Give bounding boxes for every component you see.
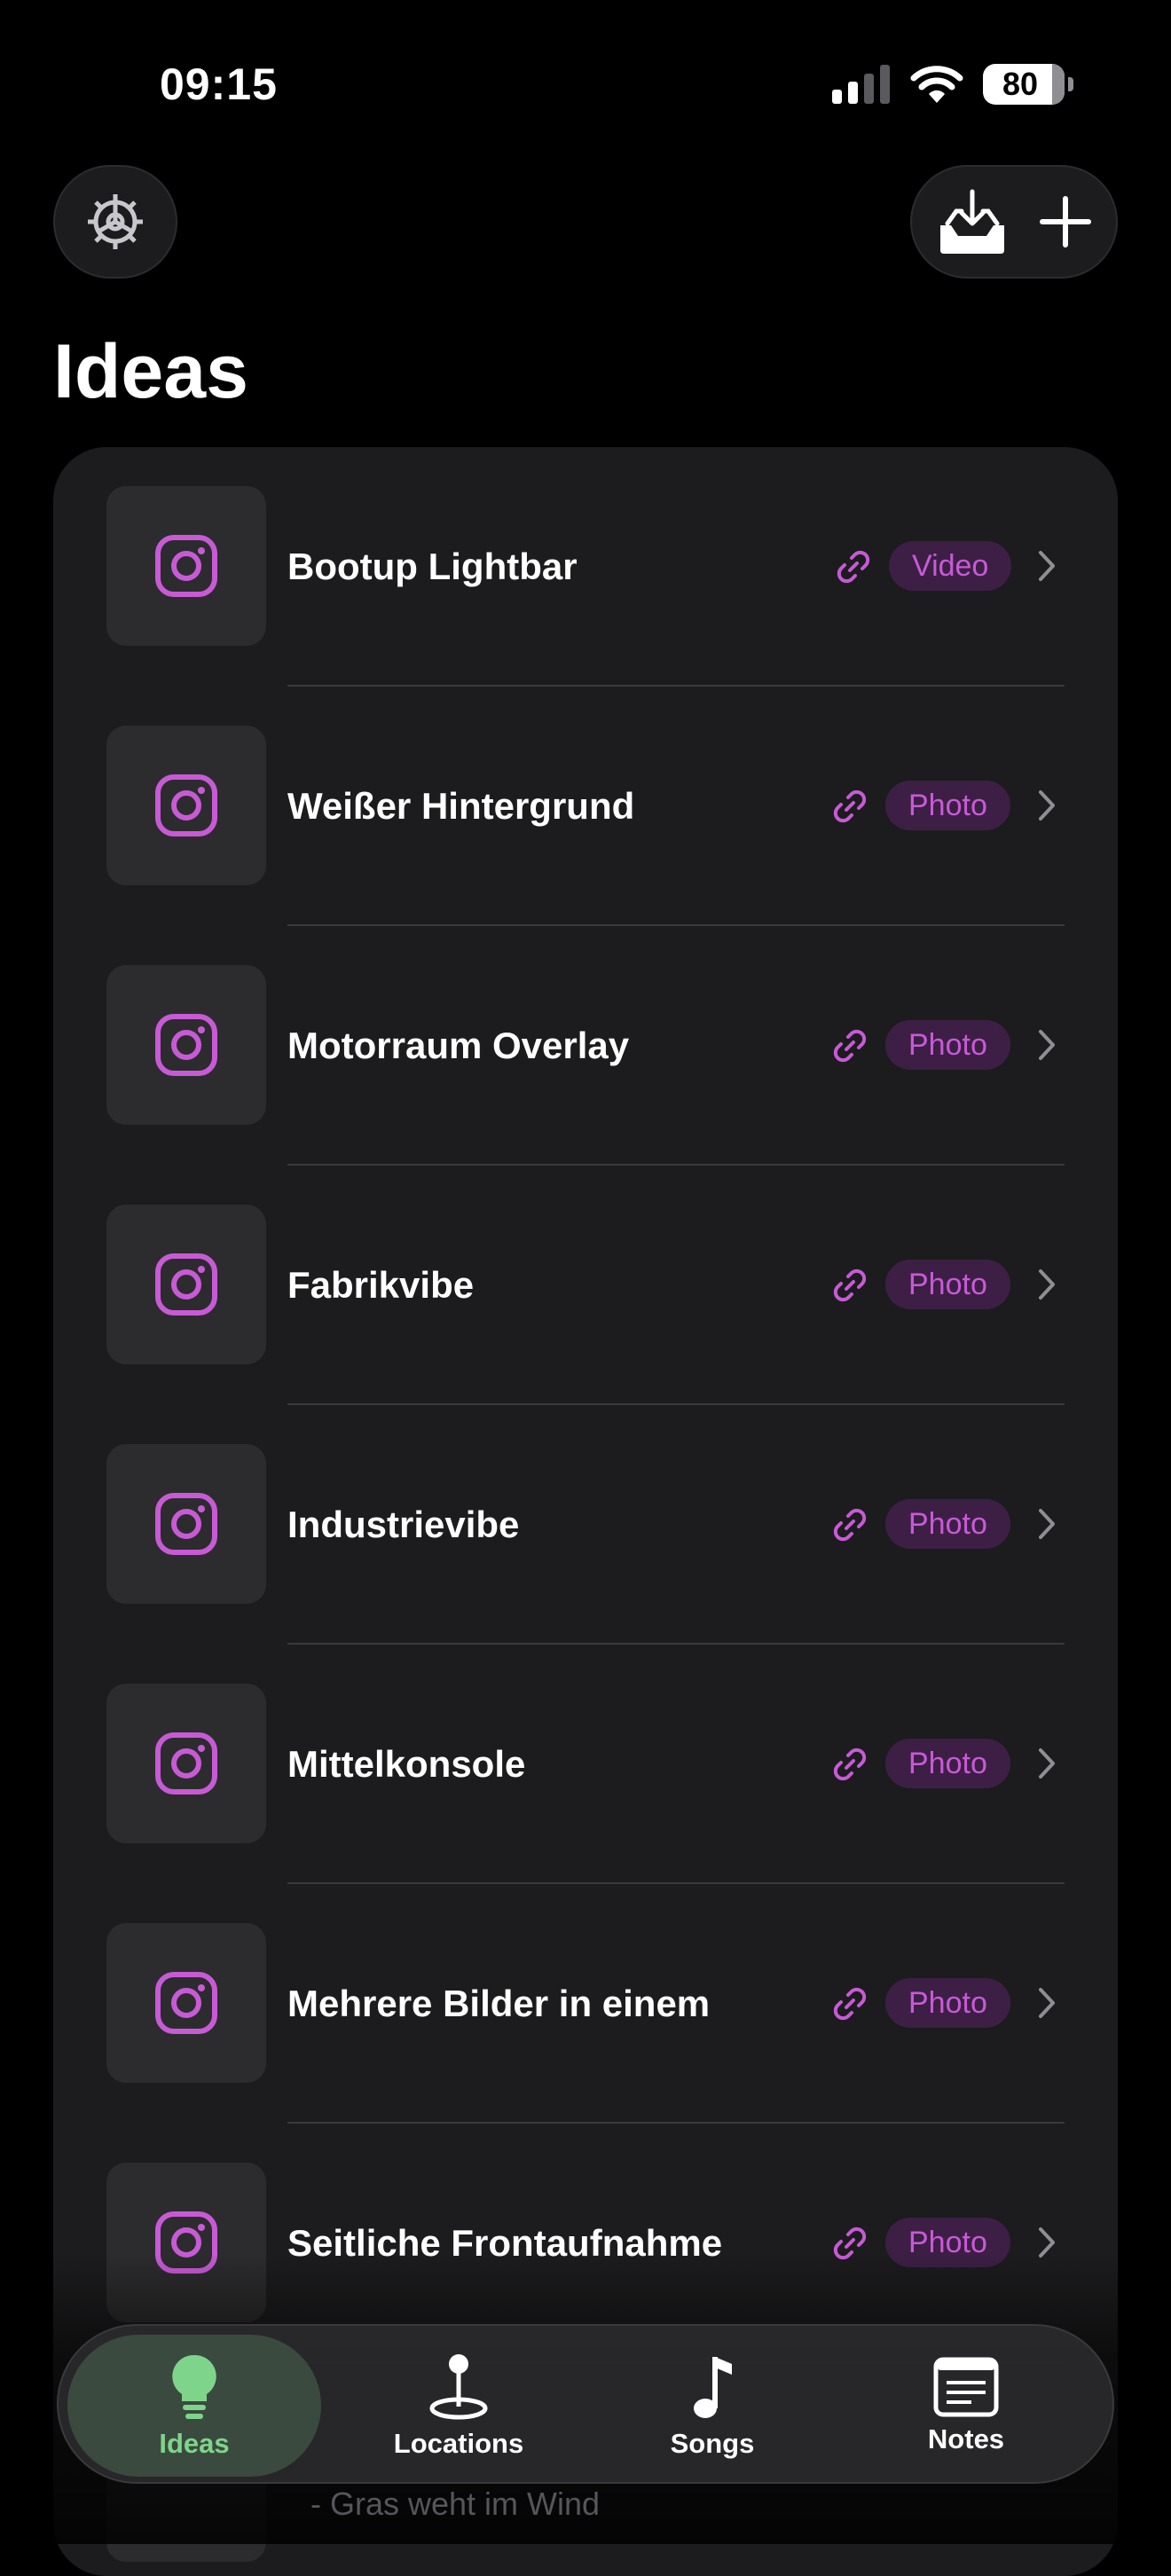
instagram-icon xyxy=(155,1493,217,1555)
status-indicators: 80 xyxy=(832,62,1073,106)
link-icon xyxy=(833,789,867,823)
link-icon xyxy=(833,1029,867,1063)
tab-locations[interactable]: Locations xyxy=(332,2335,586,2477)
tab-bar: Ideas Locations Songs Notes xyxy=(57,2324,1114,2484)
instagram-icon xyxy=(155,774,217,836)
location-pin-icon xyxy=(429,2354,488,2420)
item-title: Mittelkonsole xyxy=(287,1743,526,1785)
media-type-badge: Photo xyxy=(885,781,1010,830)
media-type-badge: Photo xyxy=(885,1499,1010,1549)
instagram-icon xyxy=(155,1253,217,1315)
list-item[interactable]: Motorraum Overlay Photo xyxy=(53,926,1118,1166)
tab-label: Songs xyxy=(670,2428,755,2459)
header-actions xyxy=(910,165,1118,279)
list-item[interactable]: Mehrere Bilder in einem Photo xyxy=(53,1884,1118,2124)
media-type-badge: Photo xyxy=(885,1978,1010,2028)
thumbnail xyxy=(106,1923,266,2083)
thumbnail xyxy=(106,965,266,1125)
tab-notes[interactable]: Notes xyxy=(839,2335,1093,2477)
wifi-icon xyxy=(910,66,963,103)
instagram-icon xyxy=(155,535,217,597)
music-note-icon xyxy=(694,2357,732,2418)
import-tray-icon[interactable] xyxy=(937,188,1008,255)
cellular-signal-icon xyxy=(832,65,890,104)
gear-icon xyxy=(88,194,143,249)
lightbulb-icon xyxy=(172,2354,216,2419)
thumbnail xyxy=(106,726,266,885)
thumbnail xyxy=(106,486,266,646)
list-item[interactable]: Fabrikvibe Photo xyxy=(53,1166,1118,1405)
tab-songs[interactable]: Songs xyxy=(586,2335,839,2477)
item-title: Weißer Hintergrund xyxy=(287,785,635,827)
chevron-right-icon xyxy=(1039,551,1055,581)
link-icon xyxy=(833,1268,867,1302)
thumbnail xyxy=(106,1684,266,1843)
settings-button[interactable] xyxy=(53,165,177,279)
link-icon xyxy=(833,1508,867,1542)
item-title: Industrievibe xyxy=(287,1504,520,1545)
item-title: Mehrere Bilder in einem xyxy=(287,1983,711,2024)
list-item[interactable]: Bootup Lightbar Video xyxy=(53,447,1118,687)
list-item[interactable]: Industrievibe Photo xyxy=(53,1405,1118,1645)
link-icon xyxy=(837,550,870,584)
instagram-icon xyxy=(155,1732,217,1795)
link-icon xyxy=(833,1747,867,1781)
list-item[interactable]: Mittelkonsole Photo xyxy=(53,1645,1118,1884)
notes-icon xyxy=(933,2357,999,2417)
tab-label: Notes xyxy=(927,2423,1005,2454)
media-type-badge: Photo xyxy=(885,1260,1010,1309)
tab-label: Locations xyxy=(393,2428,524,2459)
list-item[interactable]: Weißer Hintergrund Photo xyxy=(53,687,1118,926)
item-title: Motorraum Overlay xyxy=(287,1025,630,1066)
item-title: Bootup Lightbar xyxy=(287,546,578,587)
page-title: Ideas xyxy=(53,329,248,414)
chevron-right-icon xyxy=(1039,790,1055,821)
add-icon[interactable] xyxy=(1039,195,1092,248)
tab-ideas[interactable]: Ideas xyxy=(67,2335,321,2477)
link-icon xyxy=(833,1987,867,2021)
chevron-right-icon xyxy=(1039,1030,1055,1060)
instagram-icon xyxy=(155,1972,217,2034)
chevron-right-icon xyxy=(1039,1509,1055,1539)
chevron-right-icon xyxy=(1039,1748,1055,1779)
battery-indicator: 80 xyxy=(983,64,1073,105)
thumbnail xyxy=(106,1205,266,1364)
chevron-right-icon xyxy=(1039,1269,1055,1300)
media-type-badge: Photo xyxy=(885,1020,1010,1070)
tab-label: Ideas xyxy=(159,2428,230,2459)
instagram-icon xyxy=(155,1014,217,1076)
item-subtitle: - Gras weht im Wind xyxy=(310,2486,601,2522)
thumbnail xyxy=(106,1444,266,1604)
media-type-badge: Photo xyxy=(885,1739,1010,1788)
item-title: Fabrikvibe xyxy=(287,1264,475,1306)
status-time: 09:15 xyxy=(160,59,278,109)
battery-level: 80 xyxy=(1002,66,1039,102)
media-type-badge: Video xyxy=(889,541,1012,591)
chevron-right-icon xyxy=(1039,1988,1055,2018)
